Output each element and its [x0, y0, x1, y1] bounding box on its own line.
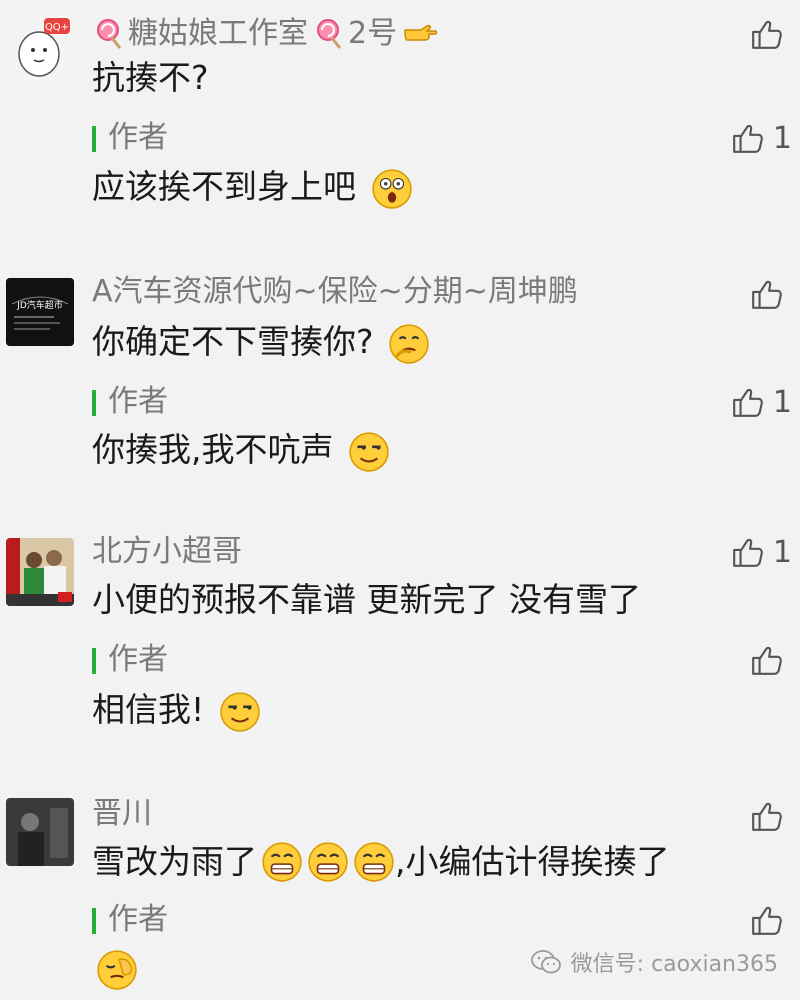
author-reply-tag: 作者	[92, 382, 168, 422]
lollipop-icon	[97, 19, 122, 49]
grin-emoji-icon	[353, 841, 395, 883]
scared-emoji-icon	[371, 168, 413, 210]
wechat-icon	[530, 950, 561, 974]
watermark-text: 微信号: caoxian365	[570, 952, 778, 977]
reply-text-content: 应该挨不到身上吧	[92, 167, 356, 206]
avatar[interactable]: JD汽车超市	[6, 278, 74, 346]
reply-text: 你揍我,我不吭声	[92, 428, 390, 473]
thumb-up-icon	[750, 17, 784, 51]
avatar-caption: JD汽车超市	[16, 299, 63, 311]
thumb-up-icon	[731, 121, 765, 155]
avatar[interactable]: QQ+	[6, 12, 74, 80]
thumb-up-icon	[750, 799, 784, 833]
avatar[interactable]	[6, 538, 74, 606]
like-button[interactable]	[750, 274, 792, 314]
author-bar	[92, 648, 96, 674]
thumb-up-icon	[750, 277, 784, 311]
author-label: 作者	[108, 642, 168, 677]
lollipop-icon	[317, 19, 342, 49]
comment-text: 小便的预报不靠谱 更新完了 没有雪了	[92, 580, 641, 619]
reply-text: 相信我!	[92, 688, 261, 733]
author-reply-tag: 作者	[92, 900, 168, 940]
thumb-up-icon	[750, 643, 784, 677]
commenter-name: 北方小超哥	[92, 534, 242, 569]
author-bar	[92, 390, 96, 416]
commenter-name-text: 糖姑娘工作室	[128, 16, 308, 51]
comment-text: 雪改为雨了 ,小编估计得挨揍了	[92, 840, 670, 884]
like-button[interactable]	[750, 640, 792, 680]
author-label: 作者	[108, 902, 168, 937]
reply-text-content: 你揍我,我不吭声	[92, 430, 334, 469]
comment-text-content: 雪改为雨了	[92, 842, 257, 881]
like-button[interactable]	[750, 796, 792, 836]
like-button[interactable]: 1	[731, 532, 792, 572]
reply-text	[92, 946, 138, 991]
author-reply-tag: 作者	[92, 118, 168, 158]
commenter-name: A汽车资源代购~保险~分期~周坤鹏	[92, 274, 578, 309]
smirk-emoji-icon	[348, 431, 390, 473]
grin-emoji-icon	[307, 841, 349, 883]
avatar[interactable]	[6, 798, 74, 866]
author-bar	[92, 126, 96, 152]
author-reply-tag: 作者	[92, 640, 168, 680]
commenter-name-suffix: 2号	[348, 16, 398, 51]
thumb-up-icon	[731, 385, 765, 419]
grin-emoji-icon	[261, 841, 303, 883]
like-button[interactable]	[750, 900, 792, 940]
comment-text: 你确定不下雪揍你?	[92, 320, 430, 365]
thinking-emoji-icon	[388, 323, 430, 365]
commenter-name: 晋川	[92, 796, 152, 831]
thumb-up-icon	[750, 903, 784, 937]
like-count: 1	[772, 384, 792, 420]
like-button[interactable]: 1	[731, 118, 792, 158]
smirk-emoji-icon	[219, 691, 261, 733]
author-bar	[92, 908, 96, 934]
like-button[interactable]	[750, 14, 792, 54]
like-button[interactable]: 1	[731, 382, 792, 422]
comment-text: 抗揍不?	[92, 58, 209, 97]
pointing-hand-icon	[404, 24, 438, 41]
like-count: 1	[772, 534, 792, 570]
reply-text-content: 相信我!	[92, 690, 205, 729]
author-label: 作者	[108, 120, 168, 155]
facepalm-emoji-icon	[96, 949, 138, 991]
commenter-name: 糖姑娘工作室 2号	[92, 14, 439, 54]
comment-text-content: 你确定不下雪揍你?	[92, 322, 374, 361]
svg-text:QQ+: QQ+	[45, 22, 69, 33]
comment-text-suffix: ,小编估计得挨揍了	[395, 842, 670, 881]
like-count: 1	[772, 120, 792, 156]
thumb-up-icon	[731, 535, 765, 569]
author-label: 作者	[108, 384, 168, 419]
wechat-watermark: 微信号: caoxian365	[530, 946, 778, 978]
reply-text: 应该挨不到身上吧	[92, 165, 413, 210]
